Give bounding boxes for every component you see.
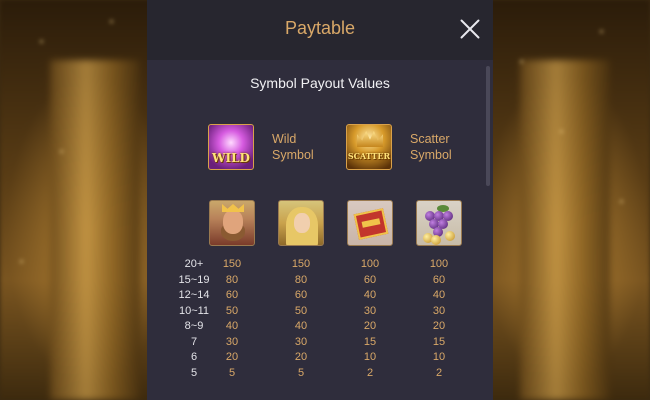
crown-icon xyxy=(357,131,383,147)
panel-header: Paytable xyxy=(147,0,493,60)
payout-value: 30 xyxy=(363,304,377,317)
match-count: 5 xyxy=(190,366,198,379)
table-row: 7 30 30 15 15 xyxy=(147,336,493,352)
payout-value: 40 xyxy=(294,320,308,332)
king-symbol-icon xyxy=(209,200,255,246)
grapes-symbol-icon xyxy=(416,200,462,246)
payout-value: 20 xyxy=(294,351,308,363)
table-row: 10~11 50 50 30 30 xyxy=(147,305,493,321)
right-pillar-decoration xyxy=(520,60,610,400)
payout-value: 60 xyxy=(432,273,446,286)
payout-value: 30 xyxy=(294,335,308,348)
match-count: 7 xyxy=(190,335,198,348)
payout-value: 10 xyxy=(432,351,446,363)
sparkle xyxy=(20,260,23,263)
sparkle xyxy=(560,130,563,133)
payout-value: 150 xyxy=(291,258,311,270)
scatter-badge-text: SCATTER xyxy=(347,151,391,161)
match-count: 12~14 xyxy=(178,289,210,301)
match-count: 20+ xyxy=(184,258,204,270)
payout-value: 50 xyxy=(225,304,239,317)
payout-value: 40 xyxy=(432,289,446,301)
page-title: Paytable xyxy=(284,18,356,38)
payout-value: 20 xyxy=(432,320,446,332)
sparkle xyxy=(620,200,623,203)
match-count: 10~11 xyxy=(178,304,210,317)
table-row: 15~19 80 80 60 60 xyxy=(147,274,493,290)
scatter-symbol-label: Scatter Symbol xyxy=(410,132,452,162)
payout-value: 50 xyxy=(294,304,308,317)
payout-value: 20 xyxy=(363,320,377,332)
wild-symbol-label: Wild Symbol xyxy=(272,132,314,162)
close-icon[interactable] xyxy=(459,18,481,40)
payout-value: 60 xyxy=(225,289,239,301)
sparkle xyxy=(60,150,63,153)
payout-value: 150 xyxy=(222,258,242,270)
left-pillar-decoration xyxy=(50,60,140,400)
payout-value: 30 xyxy=(225,335,239,348)
payout-value: 100 xyxy=(360,258,380,270)
payout-value: 20 xyxy=(225,351,239,363)
queen-symbol-icon xyxy=(278,200,324,246)
wild-symbol-entry: WILD Wild Symbol xyxy=(208,124,332,170)
sparkle xyxy=(40,40,43,43)
payout-value: 30 xyxy=(432,304,446,317)
payout-value: 60 xyxy=(363,273,377,286)
table-row: 5 5 5 2 2 xyxy=(147,367,493,383)
scatter-symbol-entry: SCATTER Scatter Symbol xyxy=(346,124,470,170)
match-count: 15~19 xyxy=(178,273,210,286)
treasure-chest-symbol-icon xyxy=(347,200,393,246)
payout-value: 15 xyxy=(363,335,377,348)
payout-value: 80 xyxy=(294,273,308,286)
payout-value: 10 xyxy=(363,351,377,363)
paytable-panel: Paytable Symbol Payout Values WILD Wild … xyxy=(147,0,493,400)
match-count: 6 xyxy=(190,351,198,363)
payout-value: 2 xyxy=(366,366,374,379)
wild-badge-text: WILD xyxy=(212,151,250,165)
payout-value: 80 xyxy=(225,273,239,286)
payout-value: 40 xyxy=(225,320,239,332)
payout-value: 40 xyxy=(363,289,377,301)
scatter-symbol-icon: SCATTER xyxy=(346,124,392,170)
table-row: 8~9 40 40 20 20 xyxy=(147,320,493,336)
table-row: 6 20 20 10 10 xyxy=(147,351,493,367)
pay-symbols-row xyxy=(147,200,493,246)
payout-value: 5 xyxy=(228,366,236,379)
table-row: 12~14 60 60 40 40 xyxy=(147,289,493,305)
payout-value: 15 xyxy=(432,335,446,348)
sparkle xyxy=(110,20,113,23)
payout-value: 5 xyxy=(297,366,305,379)
section-title: Symbol Payout Values xyxy=(250,75,390,91)
wild-symbol-icon: WILD xyxy=(208,124,254,170)
sparkle xyxy=(600,30,603,33)
sparkle xyxy=(520,60,523,63)
match-count: 8~9 xyxy=(184,320,204,332)
table-row: 20+ 150 150 100 100 xyxy=(147,258,493,274)
payout-value: 60 xyxy=(294,289,308,301)
payout-value: 100 xyxy=(429,258,449,270)
payout-value: 2 xyxy=(435,366,443,379)
paytable-grid: 20+ 150 150 100 100 15~19 80 80 60 60 12… xyxy=(147,258,493,382)
